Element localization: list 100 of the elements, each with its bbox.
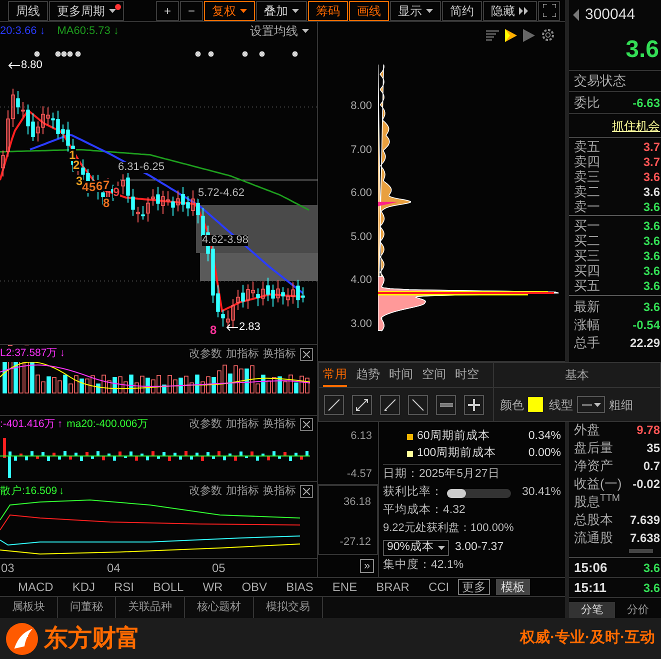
indicator-tab[interactable]: ENE <box>332 578 358 596</box>
line-tool-button[interactable] <box>380 394 400 414</box>
color-swatch[interactable] <box>528 397 543 412</box>
caret-icon <box>302 29 309 33</box>
cost-dropdown[interactable]: 90%成本 <box>383 540 449 556</box>
line-tool-button[interactable] <box>324 394 344 414</box>
list-icon[interactable] <box>486 30 499 40</box>
drawing-tab[interactable]: 时间 <box>389 365 413 387</box>
axis-label: -4.57 <box>346 466 372 482</box>
price-tick-label: 6.00 <box>350 188 372 200</box>
indicator-tab[interactable]: RSI <box>114 578 134 596</box>
indicator-action-link[interactable]: 加指标 <box>226 416 259 433</box>
line-type-label: 线型 <box>549 396 573 414</box>
toolbar-button[interactable]: + <box>156 0 180 20</box>
indicator-tab[interactable]: KDJ <box>72 578 96 596</box>
detail-tab[interactable]: 分价 <box>615 602 661 618</box>
quote-value: -0.02 <box>632 478 660 490</box>
template-button[interactable]: 模板 <box>496 579 530 595</box>
cost-label: 100周期前成本 <box>417 446 496 461</box>
indicator-tab[interactable]: WR <box>202 578 223 596</box>
price-tick-label: 5.00 <box>350 232 372 243</box>
line-tool-button[interactable] <box>352 394 372 414</box>
indicator-action-link[interactable]: 加指标 <box>226 346 259 362</box>
expand-button[interactable]: » <box>360 559 374 573</box>
axis-label: 6.13 <box>350 429 372 444</box>
indicator-action-link[interactable]: 加指标 <box>226 483 259 500</box>
indicator-action-link[interactable]: 改参数 <box>189 346 222 362</box>
moving-average-value: MA60:5.73 <box>57 24 110 39</box>
indicator-tab[interactable]: BOLL <box>153 578 184 596</box>
caret-icon <box>594 402 600 406</box>
asterisk-icon <box>33 50 41 58</box>
indicator-tab[interactable]: OBV <box>242 578 268 596</box>
close-button[interactable] <box>300 484 313 498</box>
promo-link[interactable]: 抓住机会 <box>612 116 660 134</box>
fullscreen-button[interactable] <box>538 0 560 20</box>
line-tool-button[interactable] <box>464 394 484 414</box>
indicator-action-link[interactable]: 换指标 <box>263 346 296 362</box>
quote-value: 3.6 <box>643 170 660 182</box>
play-icon[interactable] <box>505 28 517 42</box>
indicator-action-link[interactable]: 改参数 <box>189 416 222 433</box>
average-cost-text: 平均成本：4.32 <box>383 502 466 518</box>
toolbar-button[interactable]: 周线 <box>8 0 48 20</box>
line-tool-button[interactable] <box>436 394 456 414</box>
toolbar-button[interactable]: 简约 <box>442 0 482 20</box>
stat-label: 收益(一) <box>574 477 622 490</box>
indicator-tab[interactable]: BRAR <box>376 578 410 596</box>
toolbar-button[interactable]: 显示 <box>390 0 442 20</box>
back-arrow-icon[interactable] <box>573 9 579 21</box>
close-button[interactable] <box>300 418 313 432</box>
toolbar-button[interactable]: 筹码 <box>308 0 348 20</box>
ma-settings-button[interactable]: 设置均线 <box>250 22 309 40</box>
indicator-tab[interactable]: MACD <box>18 578 54 596</box>
bid-label: 买二 <box>574 234 600 247</box>
drawing-tab[interactable]: 时空 <box>455 365 479 387</box>
price-tick-label: 7.00 <box>350 144 372 156</box>
indicator-action-link[interactable]: 改参数 <box>189 483 222 500</box>
close-button[interactable] <box>300 348 313 360</box>
bid-label: 买一 <box>574 219 600 232</box>
indicator-action-link[interactable]: 换指标 <box>263 483 296 500</box>
indicator-action-link[interactable]: 换指标 <box>263 416 296 433</box>
price-annotation: 4.62-3.98 <box>202 235 248 246</box>
line-type-dropdown[interactable] <box>577 396 605 413</box>
stat-label: 净资产 <box>574 459 613 472</box>
wave-count-label: 8 <box>103 197 110 209</box>
toolbar-button[interactable]: 画线 <box>349 0 390 20</box>
toolbar-button[interactable]: 隐藏 <box>483 0 538 20</box>
quote-value: 3.7 <box>643 156 660 168</box>
wave-count-label: 1 <box>69 149 76 161</box>
panel-title: 基本 <box>565 367 589 384</box>
indicator-tab[interactable]: BIAS <box>286 578 314 596</box>
more-button[interactable]: 更多 <box>458 579 490 595</box>
logo-icon <box>6 622 38 654</box>
toolbar-button[interactable]: − <box>180 0 204 20</box>
settings-icon[interactable] <box>541 28 555 42</box>
brand-name: 东方财富 <box>44 624 140 654</box>
cost-label: 60周期前成本 <box>417 428 490 444</box>
stat-label: 流通股 <box>574 531 613 544</box>
wave-count-label: 8 <box>210 324 217 336</box>
quote-value: 3.6 <box>643 300 660 312</box>
toolbar-button[interactable]: 更多周期 <box>49 0 124 20</box>
stat-label: 外盘 <box>574 423 600 436</box>
drawing-tab[interactable]: 空间 <box>422 365 446 387</box>
drawing-tab[interactable]: 常用 <box>323 365 347 387</box>
toolbar-button[interactable]: 叠加 <box>256 0 308 20</box>
quote-value: 0.7 <box>643 460 660 472</box>
cost-range-text: 3.00-7.37 <box>455 540 504 555</box>
stat-label: 盘后量 <box>574 441 613 454</box>
wave-count-label: 7 <box>103 179 110 191</box>
indicator-tab[interactable]: CCI <box>428 578 450 596</box>
tick-time: 15:06 <box>574 558 608 577</box>
price-tick-label: 8.00 <box>350 101 372 112</box>
detail-tab[interactable]: 分笔 <box>569 602 615 618</box>
line-tool-button[interactable] <box>408 394 428 414</box>
ask-label: 卖二 <box>574 185 600 198</box>
left-arrow-icon <box>226 324 238 331</box>
drawing-tab[interactable]: 趋势 <box>356 365 380 387</box>
toolbar-button[interactable]: 复权 <box>204 0 256 20</box>
concentration-text: 集中度：42.1% <box>383 558 465 573</box>
ask-label: 卖三 <box>574 170 600 183</box>
quote-value: 35 <box>646 442 660 454</box>
